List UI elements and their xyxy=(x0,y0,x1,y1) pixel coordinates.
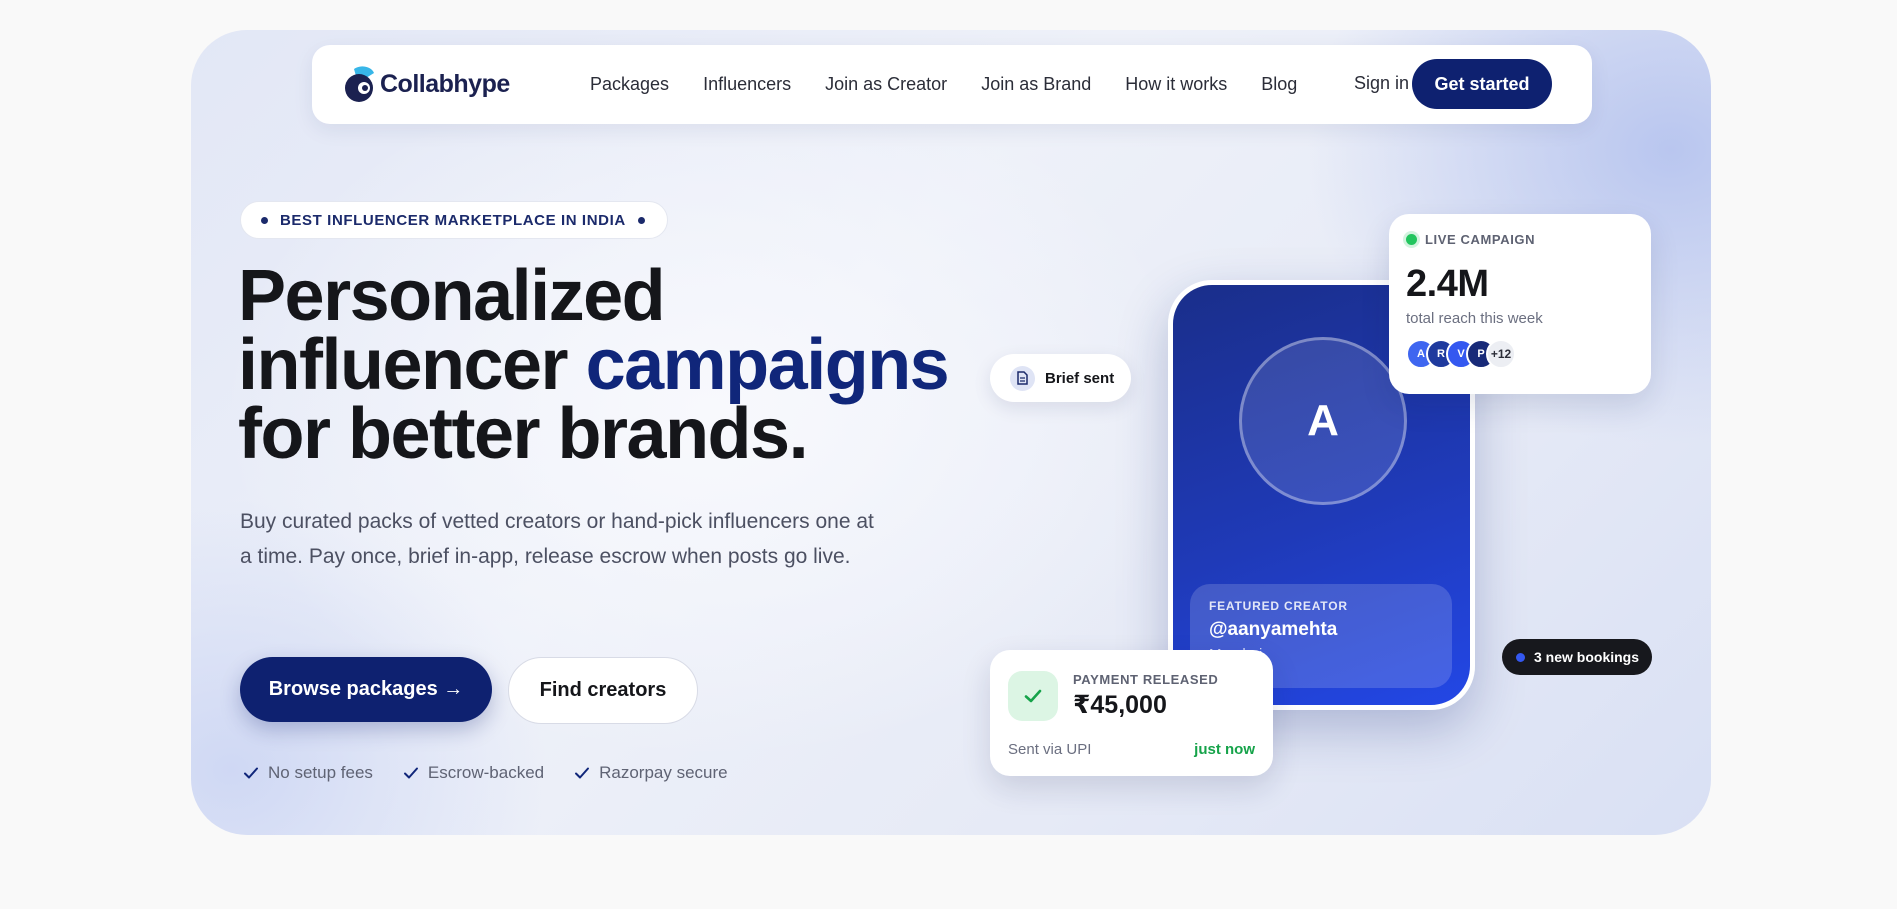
live-campaign-header: LIVE CAMPAIGN xyxy=(1406,232,1634,247)
avatar-more-count: +12 xyxy=(1486,339,1516,369)
reach-caption: total reach this week xyxy=(1406,310,1543,327)
brand-name: Collabhype xyxy=(380,69,510,98)
nav-link-packages[interactable]: Packages xyxy=(590,74,669,95)
payment-amount: ₹45,000 xyxy=(1073,691,1167,719)
creator-avatar-stack: A R V P +12 xyxy=(1406,339,1634,369)
hero-subtext: Buy curated packs of vetted creators or … xyxy=(240,510,874,568)
payment-time: just now xyxy=(1194,741,1255,758)
creator-handle: @aanyamehta xyxy=(1209,619,1338,640)
bookings-label: 3 new bookings xyxy=(1534,649,1640,665)
live-status-dot xyxy=(1406,234,1417,245)
check-label: Razorpay secure xyxy=(599,763,728,782)
sign-in-link[interactable]: Sign in xyxy=(1354,73,1409,94)
get-started-button[interactable]: Get started xyxy=(1412,59,1552,109)
headline-line-1: Personalized xyxy=(238,256,666,336)
badge-text: BEST INFLUENCER MARKETPLACE IN INDIA xyxy=(280,211,626,229)
brief-sent-pill: Brief sent xyxy=(990,354,1131,402)
hero-headline: Personalized influencer campaigns for be… xyxy=(238,260,958,470)
payment-released-card: PAYMENT RELEASED ₹45,000 Sent via UPI ju… xyxy=(990,650,1273,776)
nav-link-blog[interactable]: Blog xyxy=(1261,74,1297,95)
creator-avatar: A xyxy=(1239,337,1407,505)
check-icon xyxy=(244,767,258,779)
bookings-dot xyxy=(1516,652,1525,662)
new-bookings-pill: 3 new bookings xyxy=(1502,639,1652,675)
headline-line-2: influencer xyxy=(238,325,586,405)
payment-method: Sent via UPI xyxy=(1008,741,1092,758)
badge-dot-left xyxy=(261,216,268,224)
brand-logo[interactable]: Collabhype xyxy=(344,65,510,103)
check-icon xyxy=(1008,671,1058,721)
logo-mark-icon xyxy=(344,65,376,103)
browse-packages-button[interactable]: Browse packages → xyxy=(240,657,492,722)
check-label: No setup fees xyxy=(268,763,373,782)
live-campaign-label: LIVE CAMPAIGN xyxy=(1425,232,1536,247)
nav-link-join-creator[interactable]: Join as Creator xyxy=(825,74,947,95)
nav-links: Packages Influencers Join as Creator Joi… xyxy=(590,45,1297,124)
payment-label: PAYMENT RELEASED xyxy=(1073,672,1219,687)
badge-dot-right xyxy=(637,216,645,224)
featured-label: FEATURED CREATOR xyxy=(1209,599,1348,613)
check-icon xyxy=(403,767,418,779)
check-razorpay-secure: Razorpay secure xyxy=(574,763,728,783)
live-campaign-card: LIVE CAMPAIGN 2.4M total reach this week… xyxy=(1389,214,1651,394)
headline-line-3: for better brands. xyxy=(238,394,809,474)
find-creators-button[interactable]: Find creators xyxy=(508,657,698,724)
nav-link-how-it-works[interactable]: How it works xyxy=(1125,74,1227,95)
check-no-setup-fees: No setup fees xyxy=(243,763,373,783)
check-label: Escrow-backed xyxy=(427,763,545,782)
nav-link-influencers[interactable]: Influencers xyxy=(703,74,791,95)
feature-checks: No setup fees Escrow-backed Razorpay sec… xyxy=(243,763,728,783)
headline-accent: campaigns xyxy=(585,325,950,405)
brief-sent-label: Brief sent xyxy=(1045,369,1115,387)
check-icon xyxy=(575,767,590,779)
top-navbar: Collabhype Packages Influencers Join as … xyxy=(312,45,1592,124)
nav-link-join-brand[interactable]: Join as Brand xyxy=(981,74,1091,95)
document-icon xyxy=(1010,365,1035,391)
reach-value: 2.4M xyxy=(1406,263,1489,305)
hero-badge: BEST INFLUENCER MARKETPLACE IN INDIA xyxy=(240,201,668,239)
check-escrow-backed: Escrow-backed xyxy=(403,763,544,783)
hero-section: Collabhype Packages Influencers Join as … xyxy=(191,30,1711,835)
